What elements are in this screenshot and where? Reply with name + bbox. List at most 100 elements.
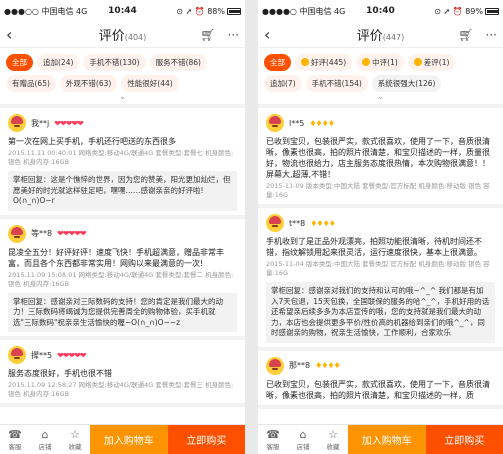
bottom-action-bar: ☎ 客服 ⌂ 店铺 ☆ 收藏 加入购物车 立即购买 xyxy=(258,424,503,454)
avatar xyxy=(266,114,284,132)
filter-tag[interactable]: 追加(24) xyxy=(37,54,80,71)
nav-bar: ‹ 评价(404) 🛒︎ ··· xyxy=(0,22,245,48)
review-filter-tags: 全部 好评(445) 中评(1) 差评(1) 追加(7) 手机不错(154) 系统很强大(1… xyxy=(258,48,503,104)
status-bar: ●●●●○ 中国电信 4G 10:40 ⊙ ➚ ⏰ 89% xyxy=(258,0,503,22)
phone-screen-right: ●●●●○ 中国电信 4G 10:40 ⊙ ➚ ⏰ 89% ‹ 评价(447) 🛒︎ ···… xyxy=(258,0,503,454)
reviewer-level-badge: ❤❤❤❤❤ xyxy=(57,350,86,360)
shop-icon: ⌂ xyxy=(41,427,49,441)
back-arrow-icon[interactable]: ‹ xyxy=(6,25,24,44)
reviewer-name: 等**8 xyxy=(31,229,53,238)
expand-tags-chevron-icon[interactable]: ⌄ xyxy=(264,92,497,102)
seller-reply: 掌柜回复：这是个憔悴的世界，因为您的赞美，阳光更加灿烂，但愿美好的时光就这样驻足… xyxy=(8,171,237,211)
review-item: 我**j ❤❤❤❤❤ 第一次在网上买手机，手机还行吧送的东西很多 2015.11.11… xyxy=(0,108,245,219)
status-icons: ⊙ ➚ ⏰ 88% xyxy=(176,7,241,16)
battery-icon xyxy=(227,7,241,15)
reviewer-name: 我**j xyxy=(31,118,50,128)
cart-icon[interactable]: 🛒︎ xyxy=(458,28,473,42)
bottom-action-bar: ☎ 客服 ⌂ 店铺 ☆ 收藏 加入购物车 立即购买 xyxy=(0,424,245,454)
battery-icon xyxy=(485,7,499,15)
phone-screen-left: ●●●○○ 中国电信 4G 10:44 ⊙ ➚ ⏰ 88% ‹ 评价(404) 🛒︎ ···… xyxy=(0,0,245,454)
review-item: 撵**5 ❤❤❤❤❤ 服务态度很好，手机也很不错 2015.11.09 12:58:2… xyxy=(0,340,245,407)
reviewer-level-badge: ❤❤❤❤❤ xyxy=(57,229,86,238)
page-title: 评价(447) xyxy=(356,29,405,44)
review-filter-tags: 全部 追加(24) 手机不错(130) 服务不错(86) 有赠品(65) 外观不错(63)… xyxy=(0,48,245,104)
avatar xyxy=(266,356,284,375)
filter-tag[interactable]: 外观不错(63) xyxy=(59,75,118,92)
battery-level xyxy=(487,9,498,13)
filter-tag[interactable]: 手机不错(154) xyxy=(305,75,368,92)
more-icon[interactable]: ··· xyxy=(486,28,497,42)
review-text: 第一次在网上买手机，手机还行吧送的东西很多 xyxy=(8,137,176,146)
filter-tag[interactable]: 差评(1) xyxy=(407,54,456,71)
headset-icon: ☎ xyxy=(266,427,280,441)
buy-now-button[interactable]: 立即购买 xyxy=(425,425,503,454)
review-meta: 2015-11-09 版本类型:中国大陆 套餐类型:官方标配 机身颜色:移动版 … xyxy=(266,182,490,199)
nav-bar: ‹ 评价(447) 🛒︎ ··· xyxy=(258,22,503,48)
customer-service-button[interactable]: ☎ 客服 xyxy=(0,425,30,454)
expand-tags-chevron-icon[interactable]: ⌄ xyxy=(6,92,239,102)
filter-tag[interactable]: 好评(445) xyxy=(295,54,353,71)
star-icon: ☆ xyxy=(70,427,80,441)
reviewer-name: l**5 xyxy=(289,118,305,128)
filter-tag[interactable]: 性能很好(44) xyxy=(121,75,179,92)
review-count: (447) xyxy=(382,33,405,42)
customer-service-button[interactable]: ☎ 客服 xyxy=(258,425,288,454)
review-item: 等**8 ❤❤❤❤❤ 昆凌全五分！好评好评！速度飞快！手机超满意，赠品非常丰富，而且… xyxy=(0,218,245,340)
review-meta: 2015.11.09 15:08:01 网络类型:移动4G/联通4G 套餐类型:… xyxy=(8,270,234,288)
reviewer-level-badge: ♦♦♦♦ xyxy=(310,218,336,228)
filter-tag[interactable]: 追加(7) xyxy=(264,75,302,92)
carrier-label: ●●●○○ 中国电信 4G xyxy=(4,6,88,16)
shop-button[interactable]: ⌂ 店铺 xyxy=(30,425,60,454)
rating-face-icon xyxy=(413,58,422,66)
avatar xyxy=(8,346,26,364)
seller-reply: 掌柜回复：感谢亲对我们的支持和认可的哦~^_^ 我们都是有加入7天包退，15天包… xyxy=(266,282,495,343)
status-icons: ⊙ ➚ ⏰ 89% xyxy=(434,7,499,16)
battery-level xyxy=(229,9,240,13)
avatar xyxy=(8,224,26,243)
page-title: 评价(404) xyxy=(98,29,147,44)
avatar xyxy=(8,114,26,132)
star-icon: ☆ xyxy=(328,427,338,441)
seller-reply: 掌柜回复：感谢亲对三际数码的支持！您的肯定是我们最大的动力！三际数码将竭诚为您提… xyxy=(8,292,237,332)
favorite-button[interactable]: ☆ 收藏 xyxy=(60,425,90,454)
filter-tag[interactable]: 全部 xyxy=(264,54,291,71)
reviewer-name: 那**8 xyxy=(289,361,311,370)
clock: 10:40 xyxy=(366,6,395,16)
review-item: 那**8 ♦♦♦♦ 已收到宝贝，包装很严实，款式很喜欢，使用了一下，音质很清晰，像素… xyxy=(258,350,503,409)
review-text: 手机收到了是正品外观漂亮，拍照功能很清晰，待机时间还不错，指纹解锁用起来很灵活，… xyxy=(266,237,482,257)
buy-now-button[interactable]: 立即购买 xyxy=(167,425,245,454)
filter-tag[interactable]: 有赠品(65) xyxy=(6,75,56,92)
review-meta: 2015.11.11 00:40:01 网络类型:移动4G/联通4G 套餐类型:… xyxy=(8,149,234,166)
back-arrow-icon[interactable]: ‹ xyxy=(264,25,282,44)
add-to-cart-button[interactable]: 加入购物车 xyxy=(90,425,168,454)
filter-tag[interactable]: 服务不错(86) xyxy=(149,54,207,71)
review-item: l**5 ♦♦♦♦ 已收到宝贝，包装很严实，款式很喜欢，使用了一下，音质很清晰，像素… xyxy=(258,108,503,208)
review-text: 昆凌全五分！好评好评！速度飞快！手机超满意，赠品非常丰富，而且各个东西都非常实用… xyxy=(8,247,224,268)
avatar xyxy=(266,214,284,232)
status-bar: ●●●○○ 中国电信 4G 10:44 ⊙ ➚ ⏰ 88% xyxy=(0,0,245,22)
favorite-button[interactable]: ☆ 收藏 xyxy=(318,425,348,454)
add-to-cart-button[interactable]: 加入购物车 xyxy=(348,425,426,454)
filter-tag[interactable]: 手机不错(130) xyxy=(83,54,146,71)
review-meta: 2015.11.09 12:58:27 网络类型:移动4G/联通4G 套餐类型:… xyxy=(8,381,234,398)
filter-tag[interactable]: 系统很强大(126) xyxy=(371,75,442,92)
filter-tag[interactable]: 全部 xyxy=(6,54,33,71)
shop-icon: ⌂ xyxy=(299,427,307,441)
clock: 10:44 xyxy=(108,6,137,16)
review-text: 已收到宝贝，包装很严实，款式很喜欢，使用了一下，音质很清晰，像素也很高，拍的照片… xyxy=(266,137,490,179)
reviewer-name: t**8 xyxy=(289,218,306,228)
review-text: 已收到宝贝，包装很严实，款式很喜欢，使用了一下，音质很清晰，像素也很高，拍的照片… xyxy=(266,379,490,400)
filter-tag[interactable]: 中评(1) xyxy=(356,54,404,71)
cart-icon[interactable]: 🛒︎ xyxy=(200,28,215,42)
review-meta: 2015-11-04 版本类型:中国大陆 套餐类型:官方标配 机身颜色:移动版 … xyxy=(266,260,490,277)
more-icon[interactable]: ··· xyxy=(228,28,239,42)
headset-icon: ☎ xyxy=(8,427,22,441)
review-item: t**8 ♦♦♦♦ 手机收到了是正品外观漂亮，拍照功能很清晰，待机时间还不错，指纹解… xyxy=(258,208,503,351)
review-count: (404) xyxy=(124,33,147,42)
reviewer-level-badge: ❤❤❤❤❤ xyxy=(54,118,83,128)
rating-face-icon xyxy=(362,58,371,66)
shop-button[interactable]: ⌂ 店铺 xyxy=(288,425,318,454)
rating-face-icon xyxy=(301,58,309,66)
reviewer-name: 撵**5 xyxy=(31,350,53,360)
reviewer-level-badge: ♦♦♦♦ xyxy=(315,361,341,370)
